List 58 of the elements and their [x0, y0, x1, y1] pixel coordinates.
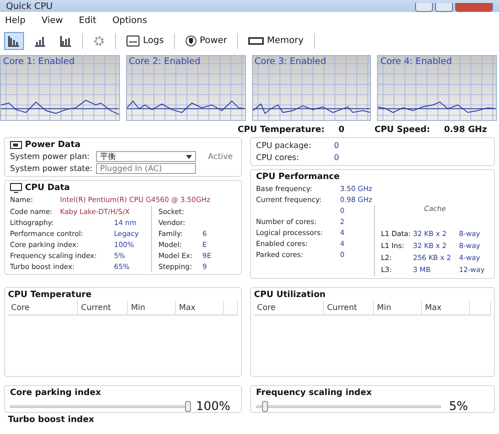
field-label: CPU cores:	[256, 153, 300, 162]
window-title: Quick CPU	[6, 2, 53, 12]
toolbar-button[interactable]: Logs	[122, 32, 168, 50]
menu-item[interactable]: Help	[5, 16, 26, 26]
field-label: System power plan:	[10, 152, 91, 161]
panel-title: CPU Utilization	[254, 290, 326, 300]
column-header[interactable]: Current	[324, 301, 374, 314]
power-plan-dropdown[interactable]: 平衡	[96, 151, 196, 162]
plan-status: Active	[208, 152, 233, 161]
section-title: Turbo boost index	[7, 414, 96, 427]
column-header[interactable]: Max	[422, 301, 470, 314]
field-label: System power state:	[10, 164, 92, 173]
document-icon	[126, 35, 140, 47]
slider-reading: 100%	[196, 399, 232, 413]
toolbar-button[interactable]: Memory	[244, 32, 308, 50]
core-label: Core 2: Enabled	[128, 57, 200, 67]
slider-thumb[interactable]	[185, 400, 191, 412]
column-header[interactable]: Core	[8, 301, 78, 314]
gear-icon	[93, 35, 105, 47]
field-label: CPU package:	[256, 141, 312, 150]
panel-title: Power Data	[25, 140, 80, 150]
menu-item[interactable]: Edit	[78, 16, 96, 26]
column-header[interactable]: Min	[374, 301, 422, 314]
menu-item[interactable]: Options	[112, 16, 148, 26]
core-label: Core 4: Enabled	[380, 57, 452, 67]
field-value: 0	[334, 153, 340, 162]
bar-chart-icon	[34, 35, 46, 47]
field-value: 0	[334, 141, 340, 150]
bar-chart-icon	[60, 35, 72, 47]
memory-chip-icon	[248, 36, 264, 46]
core-label: Core 3: Enabled	[254, 57, 326, 67]
toolbar-button[interactable]	[4, 32, 24, 50]
summary-label: CPU Temperature:	[238, 125, 325, 135]
panel-title: Core parking index	[10, 388, 101, 398]
caret-icon	[186, 154, 192, 158]
panel-title: CPU Data	[25, 183, 70, 193]
slider-reading: 5%	[449, 399, 470, 413]
summary-value: 0.98 GHz	[444, 125, 487, 135]
shield-icon	[184, 35, 197, 47]
toolbar-button[interactable]: Power	[180, 32, 231, 50]
power-state-field: Plugged In (AC)	[96, 163, 196, 174]
minimize-button[interactable]	[415, 3, 433, 12]
bar-chart-icon	[8, 35, 20, 47]
panel-title: CPU Performance	[256, 172, 340, 182]
column-header[interactable]: Max	[176, 301, 224, 314]
column-header[interactable]: Min	[128, 301, 176, 314]
panel-title: Frequency scaling index	[256, 388, 372, 398]
battery-icon	[10, 141, 22, 149]
column-header[interactable]: Current	[78, 301, 128, 314]
maximize-button[interactable]	[435, 3, 453, 12]
summary-value: 0	[338, 125, 344, 135]
monitor-icon	[10, 183, 22, 193]
slider-thumb[interactable]	[262, 400, 268, 412]
panel-title: CPU Temperature	[8, 290, 92, 300]
column-header[interactable]: Core	[254, 301, 324, 314]
menu-item[interactable]: View	[42, 16, 63, 26]
summary-label: CPU Speed:	[374, 125, 430, 135]
core-label: Core 1: Enabled	[3, 57, 75, 67]
